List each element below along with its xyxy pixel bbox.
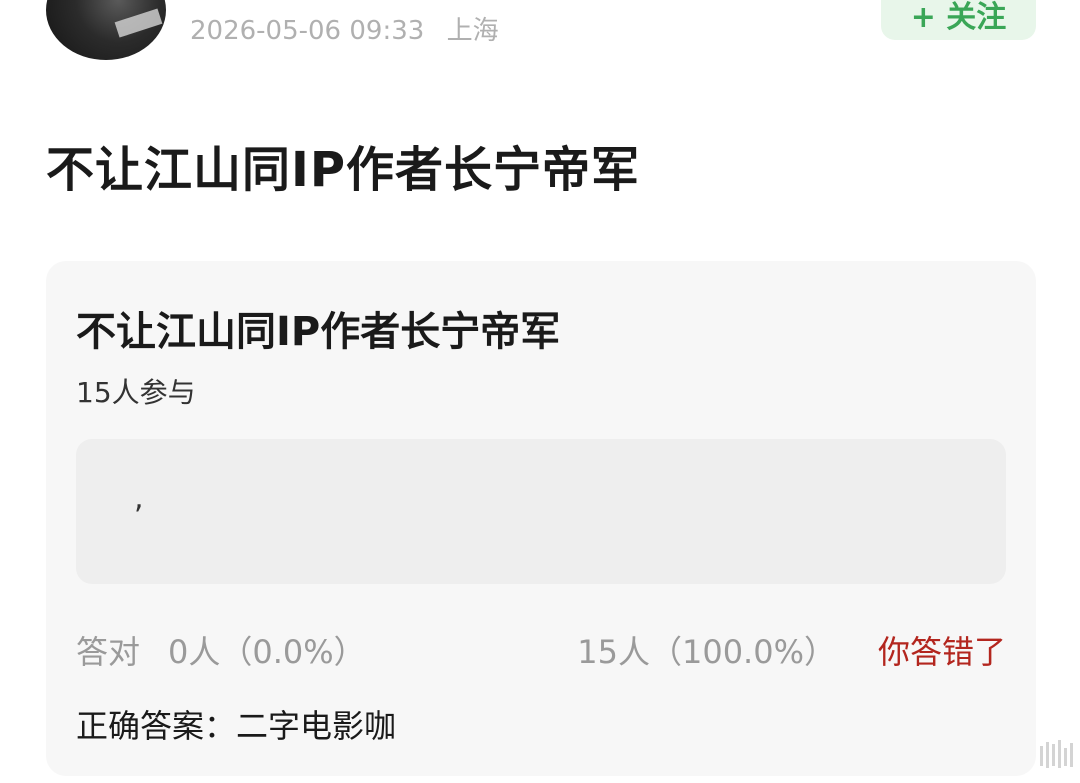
post-timestamp: 2026-05-06 09:33 [190,16,425,46]
scroll-indicator-icon [1040,740,1076,768]
correct-answer: 正确答案：二字电影咖 [76,707,397,745]
avatar-image-detail [114,8,163,38]
wrong-count: 15人（100.0%） [577,633,836,671]
quiz-card: 不让江山同IP作者长宁帝军 15人参与 , 答对 0人（0.0%） 15人（10… [46,261,1036,776]
correct-count: 0人（0.0%） [168,633,366,671]
quiz-result: 你答错了 [877,633,1006,671]
quiz-stats: 答对 0人（0.0%） 15人（100.0%） 你答错了 [76,627,1006,673]
correct-label: 答对 [76,633,141,671]
post-title: 不让江山同IP作者长宁帝军 [46,142,641,198]
participant-count: 15人参与 [76,376,196,409]
quiz-option[interactable]: , [76,439,1006,584]
quiz-option-text: , [134,481,144,516]
avatar[interactable] [46,0,166,60]
post-meta: 2026-05-06 09:33 上海 [190,10,499,47]
post-location: 上海 [446,16,499,46]
quiz-title: 不让江山同IP作者长宁帝军 [76,309,561,355]
follow-button[interactable]: + 关注 [881,0,1036,40]
